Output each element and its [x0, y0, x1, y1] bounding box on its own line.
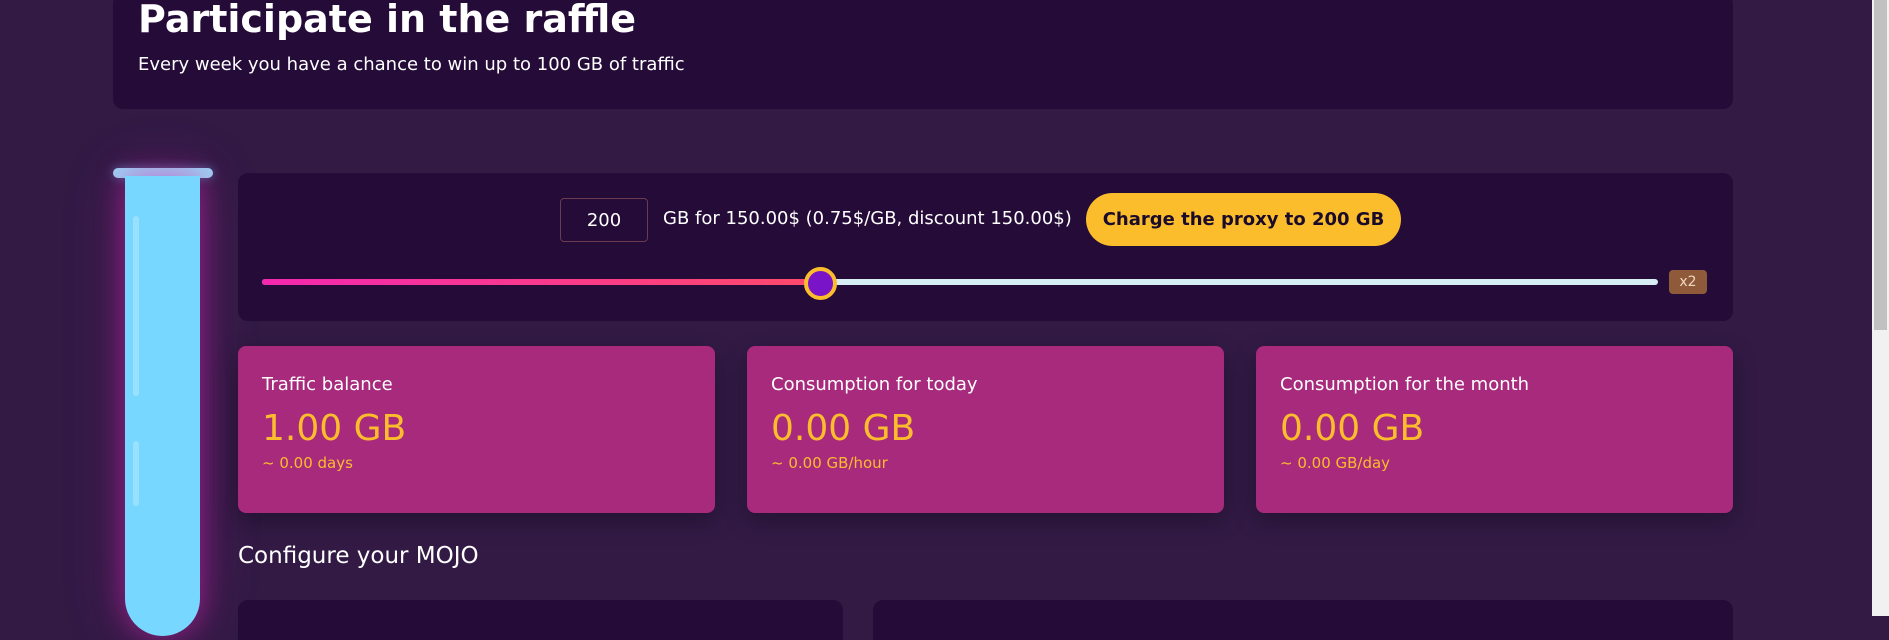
stat-rate: ~ 0.00 days — [262, 454, 353, 472]
stat-label: Consumption for today — [771, 374, 978, 395]
gb-amount-input[interactable] — [560, 198, 648, 242]
raffle-subtitle: Every week you have a chance to win up t… — [138, 54, 685, 75]
configure-heading: Configure your MOJO — [238, 543, 479, 569]
scrollbar-thumb[interactable] — [1874, 0, 1887, 330]
stat-card-traffic-balance: Traffic balance 1.00 GB ~ 0.00 days — [238, 346, 715, 513]
stat-label: Consumption for the month — [1280, 374, 1530, 395]
stat-rate: ~ 0.00 GB/day — [1280, 454, 1391, 472]
raffle-title: Participate in the raffle — [138, 0, 637, 41]
stat-rate: ~ 0.00 GB/hour — [771, 454, 888, 472]
stat-value: 1.00 GB — [262, 408, 407, 449]
traffic-slider[interactable] — [262, 267, 1658, 300]
config-panel-left — [238, 600, 843, 640]
charge-proxy-button[interactable]: Charge the proxy to 200 GB — [1086, 193, 1401, 246]
stat-card-consumption-today: Consumption for today 0.00 GB ~ 0.00 GB/… — [747, 346, 1224, 513]
slider-thumb[interactable] — [804, 267, 838, 300]
config-panel-right — [873, 600, 1733, 640]
tube-highlight — [133, 441, 139, 506]
multiplier-badge: x2 — [1669, 270, 1707, 294]
stat-card-consumption-month: Consumption for the month 0.00 GB ~ 0.00… — [1256, 346, 1733, 513]
stat-value: 0.00 GB — [771, 408, 916, 449]
stat-label: Traffic balance — [262, 374, 393, 395]
raffle-banner: Participate in the raffle Every week you… — [113, 0, 1733, 109]
stat-value: 0.00 GB — [1280, 408, 1425, 449]
traffic-tube-graphic — [125, 176, 200, 636]
slider-fill — [262, 279, 821, 285]
price-summary: GB for 150.00$ (0.75$/GB, discount 150.0… — [663, 208, 1072, 229]
tube-highlight — [133, 216, 139, 396]
page-scrollbar[interactable] — [1872, 0, 1889, 616]
charge-panel: GB for 150.00$ (0.75$/GB, discount 150.0… — [238, 173, 1733, 321]
